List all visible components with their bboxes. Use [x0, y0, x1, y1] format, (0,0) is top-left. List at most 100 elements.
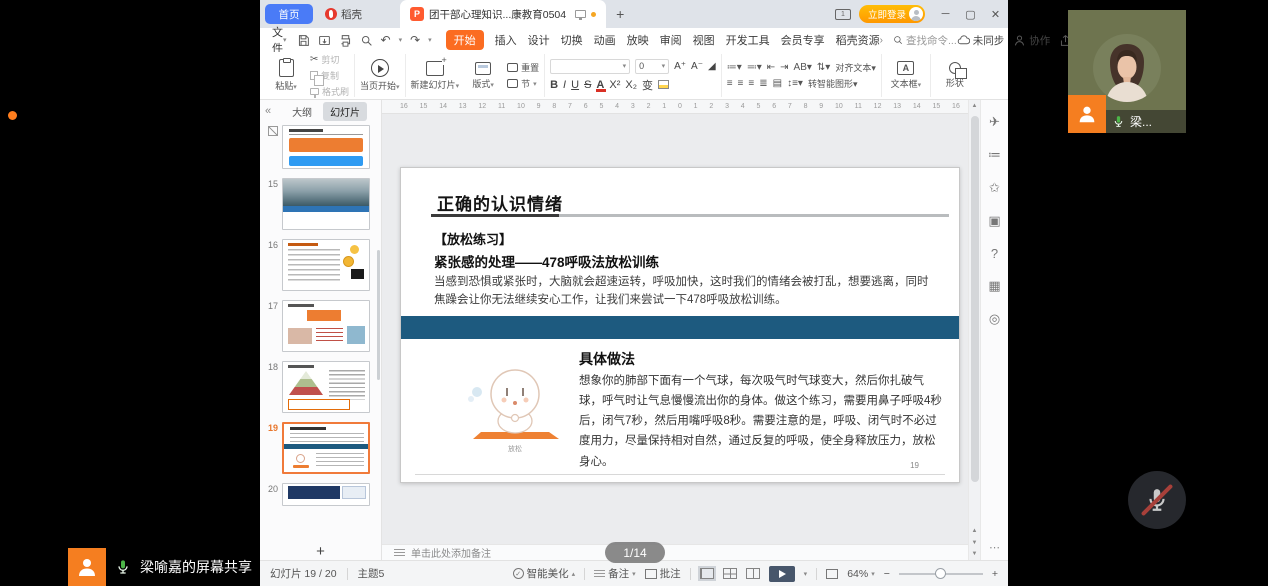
notes-bar[interactable]: 单击此处添加备注: [382, 544, 968, 560]
highlight-button[interactable]: [658, 80, 669, 89]
undo-caret[interactable]: ▾: [399, 36, 403, 44]
undo-icon[interactable]: ↶: [381, 33, 391, 47]
paste-button[interactable]: 粘贴▾: [267, 59, 305, 92]
slide-thumbnail[interactable]: [282, 483, 370, 506]
align-left-button[interactable]: ≡: [727, 78, 733, 89]
align-text-button[interactable]: 对齐文本▾: [835, 61, 876, 74]
numbered-list-button[interactable]: ≕▾: [747, 62, 762, 73]
distribute-button[interactable]: ▤: [773, 78, 782, 89]
menu-tab-0[interactable]: 开始: [446, 30, 484, 50]
clear-format-icon[interactable]: ◢: [708, 61, 716, 72]
reset-button[interactable]: 重置: [507, 61, 539, 74]
slide-thumbnail[interactable]: [282, 178, 370, 230]
slide-thumbnail[interactable]: [282, 125, 370, 169]
slides-tab[interactable]: 幻灯片: [323, 102, 367, 121]
prev-slide-icon[interactable]: ▲: [969, 528, 980, 534]
decrease-indent-button[interactable]: ⇤: [767, 62, 775, 73]
bullet-list-button[interactable]: ≔▾: [727, 62, 742, 73]
current-slide[interactable]: 正确的认识情绪 【放松练习】 紧张感的处理——478呼吸法放松训练 当感到恐惧或…: [400, 167, 960, 483]
play-options-caret[interactable]: ▾: [804, 570, 808, 578]
document-tab[interactable]: P 团干部心理知识...康教育0504: [400, 0, 606, 28]
more-dots-icon[interactable]: ⋯: [989, 541, 1000, 554]
menu-tab-2[interactable]: 设计: [528, 32, 550, 48]
panes-icon[interactable]: ▣: [988, 213, 1000, 229]
adjust-icon[interactable]: ≔: [988, 147, 1001, 163]
docer-tab[interactable]: 稻壳: [313, 7, 374, 22]
play-from-current-button[interactable]: 当页开始▾: [360, 59, 400, 92]
text-effects-button[interactable]: 变: [642, 77, 653, 93]
vertical-scrollbar[interactable]: ▲ ▲ ▼ ▼: [968, 100, 980, 560]
zoom-in-button[interactable]: +: [992, 568, 998, 580]
print-preview-icon[interactable]: [360, 34, 373, 47]
print-icon[interactable]: [339, 34, 352, 47]
menu-tab-9[interactable]: 会员专享: [781, 32, 825, 48]
next-slide-icon[interactable]: ▼: [969, 540, 980, 546]
zoom-slider-knob[interactable]: [935, 568, 946, 579]
zoom-out-button[interactable]: −: [884, 568, 890, 580]
cut-button[interactable]: ✂剪切: [310, 53, 349, 66]
maximize-button[interactable]: ▢: [958, 0, 983, 28]
bold-button[interactable]: B: [550, 79, 558, 91]
text-direction-button[interactable]: AB▾: [794, 62, 812, 73]
new-tab-button[interactable]: +: [616, 6, 624, 22]
notes-toggle-button[interactable]: 备注▾: [594, 566, 636, 581]
theme-label[interactable]: 主题5: [358, 566, 385, 581]
align-right-button[interactable]: ≡: [748, 78, 754, 89]
mute-microphone-button[interactable]: [1128, 471, 1186, 529]
format-painter-button[interactable]: 格式刷: [310, 85, 349, 98]
share-doc-icon[interactable]: ✈: [989, 114, 1000, 130]
close-button[interactable]: ✕: [983, 0, 1008, 28]
resources-icon[interactable]: ◎: [989, 311, 1000, 327]
sharer-avatar-icon[interactable]: [68, 548, 106, 586]
zoom-level[interactable]: 64%▾: [847, 568, 875, 580]
reading-view-button[interactable]: [746, 568, 760, 579]
help-icon[interactable]: ?: [991, 246, 998, 261]
slide-thumbnail[interactable]: [282, 361, 370, 413]
font-size-combo[interactable]: 0▾: [635, 59, 669, 74]
slide-canvas[interactable]: 正确的认识情绪 【放松练习】 紧张感的处理——478呼吸法放松训练 当感到恐惧或…: [382, 114, 968, 544]
copy-button[interactable]: 复制: [310, 69, 349, 82]
add-slide-button[interactable]: +: [260, 543, 381, 560]
collapse-panel-button[interactable]: «: [265, 105, 271, 117]
more-commands-icon[interactable]: ▾: [428, 36, 432, 44]
slide-thumbnail[interactable]: [282, 422, 370, 474]
login-button[interactable]: 立即登录: [859, 5, 925, 23]
device-switch-icon[interactable]: 1: [835, 9, 851, 20]
justify-button[interactable]: ≣: [759, 78, 767, 89]
minimize-button[interactable]: ─: [933, 0, 958, 28]
slide-sorter-view-button[interactable]: [723, 568, 737, 579]
sort-text-button[interactable]: ⇅▾: [817, 62, 830, 73]
redo-icon[interactable]: ↷: [410, 33, 420, 47]
underline-button[interactable]: U: [571, 79, 579, 91]
textbox-button[interactable]: A 文本框▾: [887, 61, 925, 90]
outline-tab[interactable]: 大纲: [285, 102, 319, 121]
menu-tab-3[interactable]: 切换: [561, 32, 583, 48]
superscript-button[interactable]: X²: [609, 79, 620, 91]
to-smartart-button[interactable]: 转智能图形▾: [808, 77, 858, 90]
menu-tab-4[interactable]: 动画: [594, 32, 616, 48]
command-search[interactable]: 查找命令...: [893, 33, 957, 48]
shapes-button[interactable]: 形状: [936, 62, 974, 89]
menu-tab-6[interactable]: 审阅: [660, 32, 682, 48]
font-decrease-button[interactable]: A⁻: [691, 61, 703, 72]
scroll-up-icon[interactable]: ▲: [969, 103, 980, 109]
menu-tab-7[interactable]: 视图: [693, 32, 715, 48]
increase-indent-button[interactable]: ⇥: [780, 62, 788, 73]
sync-status[interactable]: 未同步: [957, 33, 1005, 48]
slide-thumbnail[interactable]: [282, 300, 370, 352]
menu-tab-8[interactable]: 开发工具: [726, 32, 770, 48]
fit-to-window-icon[interactable]: [826, 569, 838, 579]
zoom-slider[interactable]: [899, 573, 983, 575]
menu-tab-1[interactable]: 插入: [495, 32, 517, 48]
home-button[interactable]: 首页: [265, 4, 313, 24]
scrollbar-thumb[interactable]: [971, 116, 979, 482]
participant-video-tile[interactable]: 梁...: [1068, 10, 1186, 133]
slide-thumbnail[interactable]: [282, 239, 370, 291]
font-name-combo[interactable]: ▾: [550, 59, 630, 74]
subscript-button[interactable]: X₂: [625, 79, 637, 91]
collaborate-button[interactable]: 协作: [1013, 33, 1050, 48]
align-center-button[interactable]: ≡: [738, 78, 744, 89]
font-color-button[interactable]: A: [596, 79, 604, 91]
normal-view-button[interactable]: [700, 568, 714, 579]
panel-scrollbar[interactable]: [377, 250, 380, 380]
